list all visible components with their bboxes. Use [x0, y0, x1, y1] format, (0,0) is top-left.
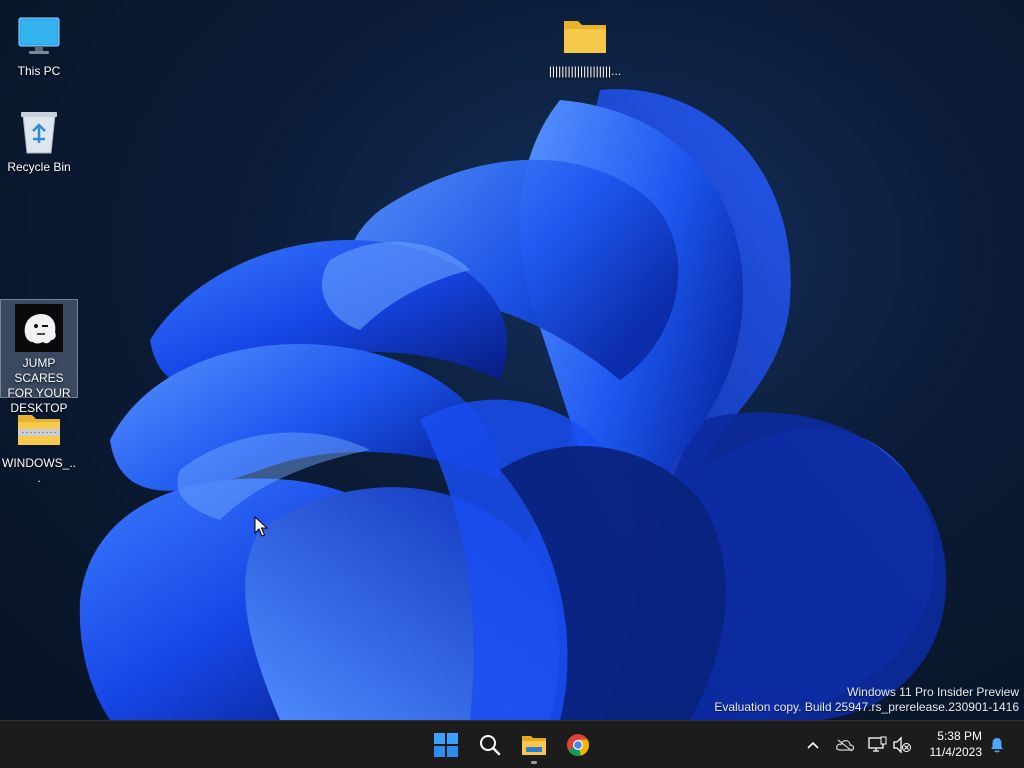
file-explorer-icon	[522, 736, 546, 755]
desktop-icon-label: This PC	[17, 64, 61, 78]
zip-folder-icon	[15, 404, 63, 452]
chevron-up-icon	[807, 741, 819, 749]
ghost-app-icon	[15, 304, 63, 352]
monitor-icon	[15, 12, 63, 60]
mouse-cursor-icon	[254, 516, 268, 537]
taskbar: 5:38 PM 11/4/2023	[0, 720, 1024, 768]
taskbar-clock[interactable]: 5:38 PM 11/4/2023	[930, 728, 983, 760]
folder-icon	[561, 12, 609, 60]
desktop-icon-jump-scares[interactable]: JUMP SCARES FOR YOUR DESKTOP	[0, 299, 78, 415]
desktop-icon-folder[interactable]: ||||||||||||||||||||...	[546, 8, 624, 79]
evaluation-watermark: Windows 11 Pro Insider Preview Evaluatio…	[714, 685, 1019, 715]
bell-icon	[991, 738, 1003, 753]
watermark-edition: Windows 11 Pro Insider Preview	[847, 685, 1019, 699]
search-button[interactable]	[470, 725, 510, 765]
file-explorer-button[interactable]	[514, 725, 554, 765]
chrome-button[interactable]	[558, 725, 598, 765]
desktop-icon-recycle-bin[interactable]: Recycle Bin	[1, 104, 77, 175]
clock-date: 11/4/2023	[929, 745, 983, 759]
clock-time: 5:38 PM	[937, 729, 982, 743]
start-button[interactable]	[426, 725, 466, 765]
watermark-build: Evaluation copy. Build 25947.rs_prerelea…	[714, 700, 1019, 714]
network-button[interactable]	[865, 733, 889, 757]
desktop-icon-label: ||||||||||||||||||||...	[548, 64, 622, 78]
search-icon	[480, 735, 501, 756]
desktop[interactable]: This PC Recycle Bin JUMP SCARES FOR YOUR…	[0, 0, 1024, 720]
desktop-icon-label: WINDOWS_...	[2, 456, 76, 485]
desktop-icon-this-pc[interactable]: This PC	[1, 8, 77, 79]
windows-start-icon	[434, 733, 458, 757]
volume-button[interactable]	[890, 733, 914, 757]
onedrive-button[interactable]	[833, 733, 857, 757]
volume-muted-icon	[893, 736, 911, 754]
active-app-indicator	[531, 761, 537, 764]
chrome-icon	[567, 734, 589, 757]
notification-button[interactable]	[985, 733, 1009, 757]
network-icon	[868, 736, 887, 752]
wallpaper-bloom	[79, 89, 947, 720]
recycle-bin-icon	[15, 108, 63, 156]
desktop-icon-label: Recycle Bin	[7, 160, 71, 174]
onedrive-icon	[836, 739, 855, 752]
desktop-icon-windows-zip[interactable]: WINDOWS_...	[1, 400, 77, 486]
show-hidden-icons-button[interactable]	[801, 733, 825, 757]
